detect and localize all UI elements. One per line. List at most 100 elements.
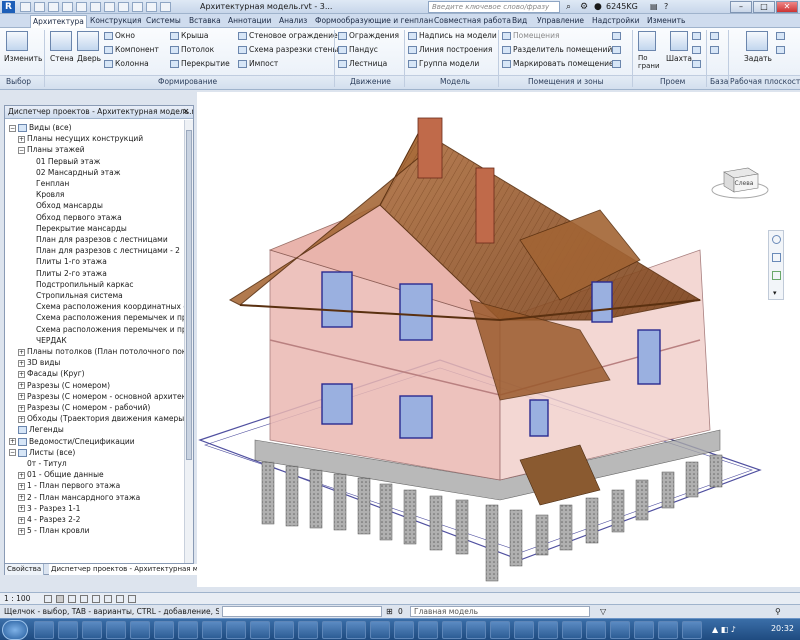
expand-icon[interactable]: +	[18, 348, 25, 356]
level-icon[interactable]	[710, 31, 721, 41]
exchange-icon[interactable]: ▤	[650, 2, 658, 11]
taskbar-app-icon[interactable]	[610, 621, 630, 639]
thin-lines-icon[interactable]	[146, 2, 157, 12]
wall-opening-icon[interactable]	[692, 31, 703, 41]
window-button[interactable]: Окно	[104, 31, 135, 41]
expand-icon[interactable]: +	[9, 438, 16, 446]
floor-button[interactable]: Перекрытие	[170, 59, 230, 69]
wall-button[interactable]: Стена	[50, 54, 74, 64]
tree-item[interactable]: Генплан	[27, 178, 69, 189]
tree-item[interactable]: + Фасады (Круг)	[18, 368, 85, 379]
search-input[interactable]: Введите ключевое слово/фразу	[428, 1, 560, 13]
tab-structure[interactable]: Конструкция	[88, 15, 144, 28]
collapse-icon[interactable]: −	[9, 124, 16, 132]
door-icon[interactable]	[77, 31, 99, 51]
tag-room-button[interactable]: Маркировать помещение	[502, 59, 614, 69]
component-button[interactable]: Компонент	[104, 45, 159, 55]
taskbar-app-icon[interactable]	[634, 621, 654, 639]
dormer-icon[interactable]	[692, 59, 703, 69]
select-panel-label[interactable]: Выбор	[6, 77, 31, 86]
binoculars-icon[interactable]: ⌕	[566, 2, 571, 12]
work-plane-panel-label[interactable]: Рабочая плоскость	[730, 77, 800, 86]
room-button[interactable]: Помещения	[502, 31, 559, 41]
ramp-button[interactable]: Пандус	[338, 45, 378, 55]
expand-icon[interactable]: +	[18, 382, 25, 390]
taskbar-app-icon[interactable]	[658, 621, 678, 639]
grid-icon[interactable]	[710, 45, 721, 55]
tree-item[interactable]: План для разрезов с лестницами	[27, 234, 168, 245]
tree-item[interactable]: Подстропильный каркас	[27, 279, 133, 290]
expand-icon[interactable]: +	[18, 370, 25, 378]
filter-icon[interactable]: ▽	[600, 607, 606, 616]
room-panel-label[interactable]: Помещения и зоны	[528, 77, 604, 86]
tree-item[interactable]: Схема расположения перемычек и пр	[27, 312, 185, 323]
taskbar-app-icon[interactable]	[418, 621, 438, 639]
project-browser-scrollbar[interactable]	[184, 120, 193, 574]
taskbar-app-icon[interactable]	[130, 621, 150, 639]
taskbar-app-icon[interactable]	[82, 621, 102, 639]
curtain-grid-button[interactable]: Схема разрезки стены	[238, 45, 338, 55]
filter-count-icon[interactable]: ⚲	[775, 607, 781, 616]
tree-item[interactable]: Обход первого этажа	[27, 212, 122, 223]
expand-icon[interactable]: +	[18, 415, 25, 423]
tree-item[interactable]: − Виды (все)	[9, 122, 72, 133]
room-separator-button[interactable]: Разделитель помещений	[502, 45, 612, 55]
tree-item[interactable]: Стропильная система	[27, 290, 123, 301]
show-crop-icon[interactable]	[104, 595, 112, 603]
expand-icon[interactable]: +	[18, 135, 25, 143]
tree-item[interactable]: +2 - План мансардного этажа	[18, 492, 140, 503]
clock[interactable]: 20:32	[771, 624, 794, 633]
tree-item[interactable]: + Разрезы (С номером - рабочий)	[18, 402, 150, 413]
scroll-thumb[interactable]	[186, 130, 192, 460]
opening-panel-label[interactable]: Проем	[660, 77, 685, 86]
tab-addins[interactable]: Надстройки	[590, 15, 642, 28]
model-group-button[interactable]: Группа модели	[408, 59, 479, 69]
user-name[interactable]: 6245KG	[606, 2, 638, 11]
tree-item[interactable]: Схема расположения перемычек и пр	[27, 324, 185, 335]
shaft-icon[interactable]	[670, 31, 688, 51]
open-icon[interactable]	[20, 2, 31, 12]
tree-item[interactable]: + Планы несущих конструкций	[18, 133, 143, 144]
taskbar-app-icon[interactable]	[106, 621, 126, 639]
tag-area-icon[interactable]	[612, 59, 623, 69]
stair-button[interactable]: Лестница	[338, 59, 387, 69]
column-button[interactable]: Колонна	[104, 59, 149, 69]
tree-item[interactable]: План для разрезов с лестницами - 2	[27, 245, 180, 256]
tree-item[interactable]: +1 - План первого этажа	[18, 480, 120, 491]
expand-icon[interactable]: +	[18, 482, 25, 490]
shaft-button[interactable]: Шахта	[666, 54, 692, 64]
tree-item[interactable]: + Обходы (Траектория движения камеры)	[18, 413, 185, 424]
expand-icon[interactable]: +	[18, 393, 25, 401]
model-line-button[interactable]: Линия построения	[408, 45, 492, 55]
tree-item[interactable]: + Ведомости/Спецификации	[9, 436, 135, 447]
tree-item[interactable]: − Планы этажей	[18, 144, 85, 155]
crop-view-icon[interactable]	[92, 595, 100, 603]
taskbar-app-icon[interactable]	[466, 621, 486, 639]
tree-item[interactable]: Схема расположения координатных с	[27, 301, 185, 312]
model-panel-label[interactable]: Модель	[440, 77, 470, 86]
orbit-icon[interactable]	[772, 271, 781, 280]
viewcube[interactable]: Слева	[710, 160, 770, 200]
ref-plane-icon[interactable]	[776, 45, 787, 55]
reveal-hidden-icon[interactable]	[128, 595, 136, 603]
tree-item[interactable]: 01 Первый этаж	[27, 156, 100, 167]
user-icon[interactable]: ●	[594, 2, 602, 12]
build-panel-label[interactable]: Формирование	[158, 77, 217, 86]
taskbar-app-icon[interactable]	[250, 621, 270, 639]
tree-item[interactable]: 02 Мансардный этаж	[27, 167, 121, 178]
start-button[interactable]	[2, 620, 28, 640]
undo-icon[interactable]	[48, 2, 59, 12]
vertical-opening-icon[interactable]	[692, 45, 703, 55]
zoom-icon[interactable]	[772, 253, 781, 262]
measure-icon[interactable]	[90, 2, 101, 12]
tab-insert[interactable]: Вставка	[187, 15, 223, 28]
tree-item[interactable]: +3 - Разрез 1-1	[18, 503, 80, 514]
taskbar-app-icon[interactable]	[322, 621, 342, 639]
expand-icon[interactable]: +	[18, 471, 25, 479]
model-text-button[interactable]: Надпись на модели	[408, 31, 497, 41]
railing-button[interactable]: Ограждения	[338, 31, 399, 41]
view-scale[interactable]: 1 : 100	[4, 594, 30, 603]
nav-menu-icon[interactable]: ▾	[773, 289, 777, 297]
save-icon[interactable]	[34, 2, 45, 12]
ceiling-button[interactable]: Потолок	[170, 45, 214, 55]
